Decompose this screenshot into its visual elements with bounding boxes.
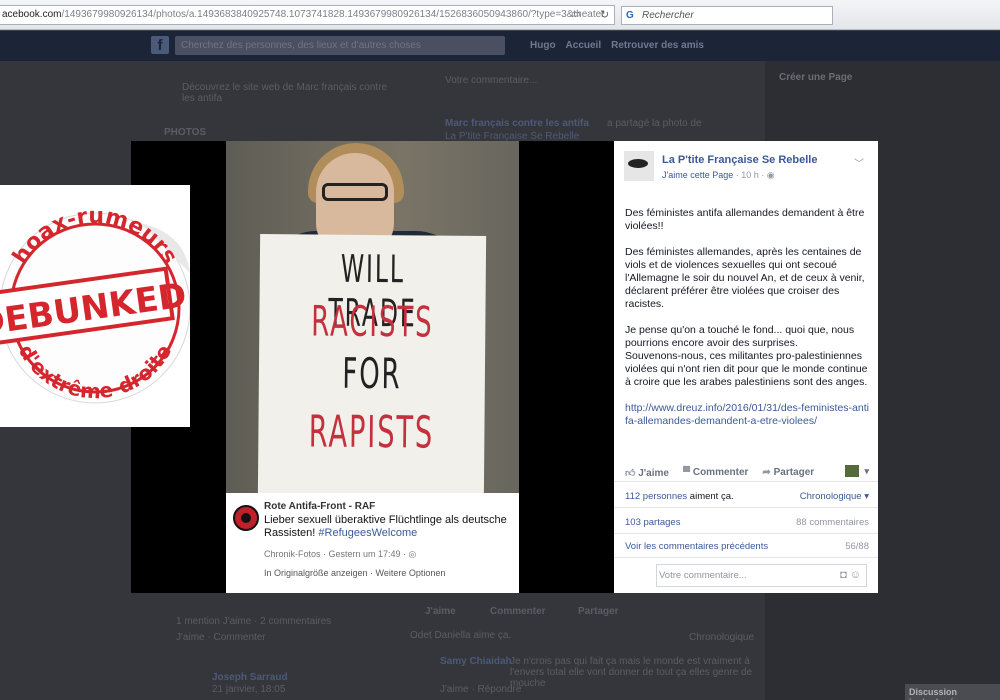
antifa-flag-icon xyxy=(233,505,259,531)
facebook-nav: Hugo Accueil Retrouver des amis xyxy=(530,40,704,51)
camera-smiley-icons[interactable]: ◘ ☺ xyxy=(840,565,861,586)
page-avatar[interactable] xyxy=(624,151,654,181)
comment-input[interactable]: Votre commentaire... ◘ ☺ xyxy=(656,564,867,587)
sign-line-3: FOR xyxy=(342,348,402,399)
post-time: · 10 h · ◉ xyxy=(735,170,775,180)
post-paragraph-1: Des féministes antifa allemandes demande… xyxy=(625,207,865,232)
bg-share[interactable]: Partager xyxy=(578,606,619,617)
post-as-icon[interactable] xyxy=(845,465,859,477)
comment-icon: ▀ xyxy=(682,467,691,478)
facebook-search-input[interactable]: Cherchez des personnes, des lieux et d'a… xyxy=(175,36,505,55)
debunked-stamp-icon: hoax-rumeurs DEBUNKED d'extrême-droite xyxy=(0,204,190,404)
nav-profile[interactable]: Hugo xyxy=(530,40,556,51)
bg-commenter-name[interactable]: Samy Chiaidah xyxy=(440,656,512,667)
bg-comment-actions[interactable]: J'aime · Répondre xyxy=(440,684,521,695)
page-subline: J'aime cette Page · 10 h · ◉ xyxy=(662,170,775,181)
chevron-down-icon[interactable]: ﹀ xyxy=(854,155,864,170)
bg-create-page[interactable]: Créer une Page xyxy=(779,72,852,83)
chronological-dropdown[interactable]: Chronologique ▾ xyxy=(800,491,869,502)
sign-line-4: RAPISTS xyxy=(308,406,435,459)
bg-comment[interactable]: Commenter xyxy=(490,606,546,617)
url-host: acebook.com xyxy=(2,9,62,20)
share-button[interactable]: ➦ Partager xyxy=(762,467,814,479)
divider xyxy=(614,557,878,558)
post-link[interactable]: http://www.dreuz.info/2016/01/31/des-fem… xyxy=(625,402,869,427)
nav-find-friends[interactable]: Retrouver des amis xyxy=(611,40,704,51)
divider xyxy=(614,507,878,508)
divider xyxy=(614,533,878,534)
comments-ratio: 56/88 xyxy=(845,541,869,552)
previous-comments-row: Voir les commentaires précédents 56/88 xyxy=(625,541,869,552)
bg-discover-text: Découvrez le site web de Marc français c… xyxy=(182,82,388,104)
protest-sign: WILL TRADE RACISTS FOR RAPISTS xyxy=(257,234,487,498)
page-name[interactable]: La P'tite Française Se Rebelle xyxy=(662,154,817,166)
shares-row: 103 partages 88 commentaires xyxy=(625,517,869,528)
post-actions: 👍︎ J'aime ▀ Commenter ➦ Partager ▾ xyxy=(625,465,869,479)
bg-joseph[interactable]: Joseph Sarraud xyxy=(212,672,288,683)
card-author: Rote Antifa-Front - RAF xyxy=(264,501,376,512)
embedded-post-card: Rote Antifa-Front - RAF Lieber sexuell ü… xyxy=(226,493,519,593)
facebook-logo-icon[interactable]: f xyxy=(151,36,169,54)
share-icon: ➦ xyxy=(762,467,771,478)
browser-search-placeholder: Rechercher xyxy=(642,10,694,21)
post-paragraph-2: Des féministes allemandes, après les cen… xyxy=(625,246,865,310)
previous-comments-link[interactable]: Voir les commentaires précédents xyxy=(625,541,768,552)
reader-icon[interactable]: ▭ xyxy=(571,9,580,20)
reload-icon[interactable]: ↻ xyxy=(600,8,609,21)
comment-placeholder: Votre commentaire... xyxy=(659,570,747,581)
card-links: In Originalgröße anzeigen · Weitere Opti… xyxy=(264,568,446,578)
bg-joseph-date: 21 janvier, 18:05 xyxy=(212,684,286,695)
url-field[interactable]: acebook.com/1493679980926134/photos/a.14… xyxy=(0,5,615,25)
bg-post-action: a partagé la photo de xyxy=(607,118,702,129)
likes-row: 112 personnes aiment ça. Chronologique ▾ xyxy=(625,491,869,502)
bg-chronologique[interactable]: Chronologique xyxy=(689,632,754,643)
card-text: Lieber sexuell überaktive Flüchtlinge al… xyxy=(264,514,512,540)
post-photo[interactable]: WILL TRADE RACISTS FOR RAPISTS Rote Anti… xyxy=(226,141,519,593)
divider xyxy=(614,481,878,482)
sign-line-2: RACISTS xyxy=(311,296,434,347)
post-paragraph-3: Je pense qu'on a touché le fond... quoi … xyxy=(625,324,868,388)
photo-person-glasses xyxy=(322,183,388,201)
card-meta: Chronik-Fotos · Gestern um 17:49 · ◎ xyxy=(264,549,417,559)
post-panel: La P'tite Française Se Rebelle J'aime ce… xyxy=(614,141,878,593)
bg-commenter-text: Je n'crois pas qui fait ça mais le monde… xyxy=(510,656,753,689)
caret-down-icon[interactable]: ▾ xyxy=(864,466,869,477)
bg-likes-line: 1 mention J'aime · 2 commentaires xyxy=(176,616,332,627)
bg-post-author[interactable]: Marc français contre les antifa xyxy=(445,118,589,129)
bg-like[interactable]: J'aime xyxy=(425,606,456,617)
chat-bar[interactable]: Discussion instantanée xyxy=(905,684,1000,700)
browser-search-field[interactable]: G Rechercher xyxy=(621,6,833,25)
bg-comment-placeholder: Votre commentaire... xyxy=(445,75,538,86)
likes-count[interactable]: 112 personnes xyxy=(625,491,687,502)
post-body: Des féministes antifa allemandes demande… xyxy=(625,207,869,441)
comment-button[interactable]: ▀ Commenter xyxy=(683,467,748,479)
bg-photos-label: PHOTOS xyxy=(164,127,207,138)
likes-suffix: aiment ça. xyxy=(689,491,734,502)
bg-like-comment[interactable]: J'aime · Commenter xyxy=(176,632,266,643)
shares-count[interactable]: 103 partages xyxy=(625,517,680,528)
thumbs-up-icon: 👍︎ xyxy=(625,468,636,479)
card-hashtag: #RefugeesWelcome xyxy=(318,527,418,539)
url-path: /1493679980926134/photos/a.1493683840925… xyxy=(61,9,605,20)
avatar-eye-icon xyxy=(628,159,648,168)
like-button[interactable]: 👍︎ J'aime xyxy=(625,467,669,479)
debunked-sticker: hoax-rumeurs DEBUNKED d'extrême-droite xyxy=(0,185,190,427)
browser-address-bar: acebook.com/1493679980926134/photos/a.14… xyxy=(0,0,1000,30)
nav-home[interactable]: Accueil xyxy=(566,40,602,51)
bg-odet: Odet Daniella aime ça. xyxy=(410,630,512,641)
comments-count: 88 commentaires xyxy=(796,517,869,528)
like-page-link[interactable]: J'aime cette Page xyxy=(662,170,733,180)
search-engine-icon: G xyxy=(626,10,634,21)
